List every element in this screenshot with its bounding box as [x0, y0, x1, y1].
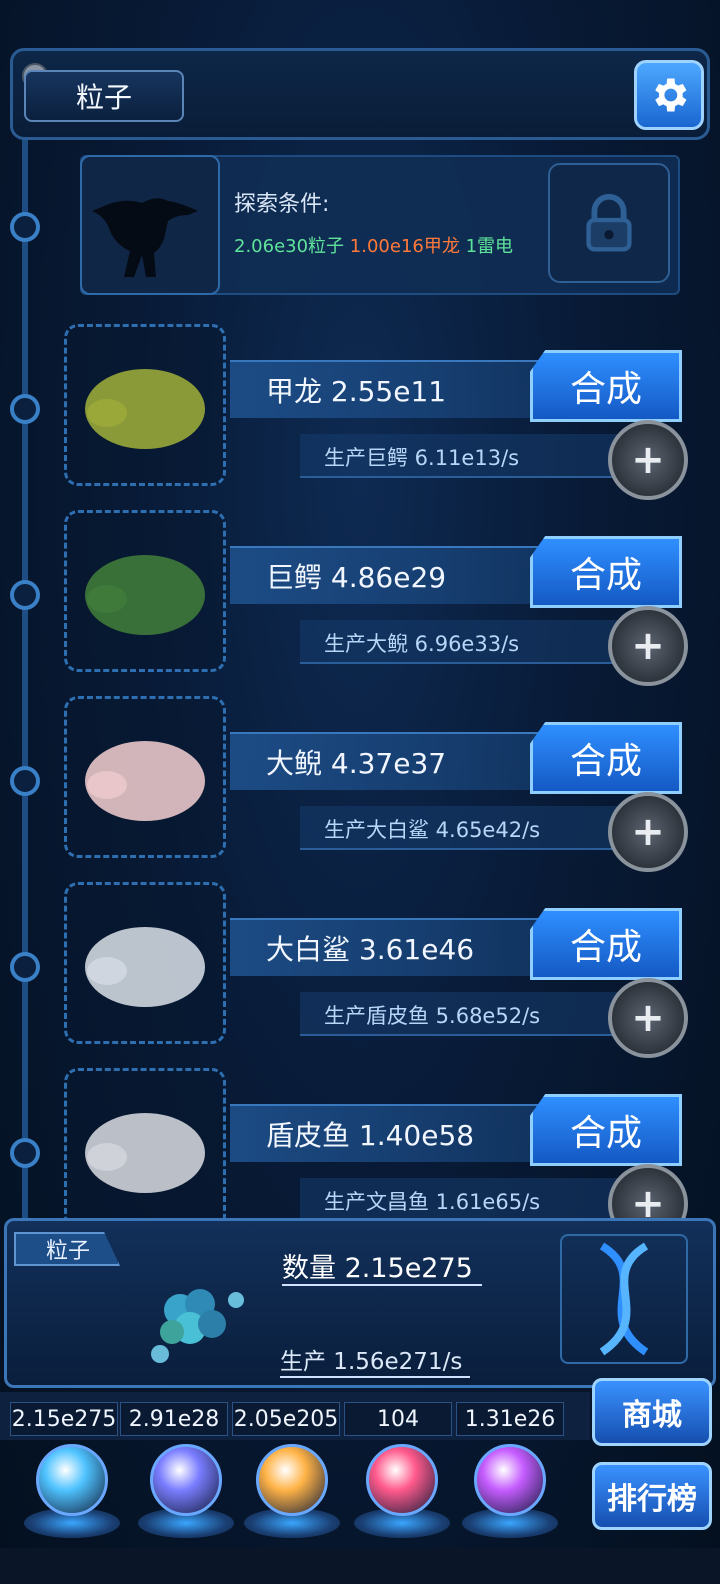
locked-creature-silhouette [80, 155, 220, 295]
fire-orb-icon[interactable] [256, 1444, 328, 1516]
creature-name: 大白鲨 3.61e46 [266, 933, 475, 966]
dinosaur-silhouette-icon [92, 198, 198, 277]
dunkleosteus-icon [85, 1113, 205, 1193]
condition-particles: 2.06e30粒子 [234, 236, 345, 257]
rail-node [10, 1138, 40, 1168]
salamander-icon [85, 741, 205, 821]
crocodile-icon [85, 555, 205, 635]
resource-value: 2.15e275 [10, 1402, 118, 1436]
synthesize-button[interactable]: 合成 [530, 536, 682, 608]
synthesize-button[interactable]: 合成 [530, 350, 682, 422]
brain-orb-icon[interactable] [366, 1444, 438, 1516]
rail-node [10, 394, 40, 424]
shark-icon [85, 927, 205, 1007]
creature-name: 巨鳄 4.86e29 [266, 561, 447, 594]
synthesize-button[interactable]: 合成 [530, 1094, 682, 1166]
ranking-button[interactable]: 排行榜 [592, 1462, 712, 1530]
creature-frame[interactable] [64, 324, 226, 486]
ankylosaurus-icon [85, 369, 205, 449]
synthesize-button[interactable]: 合成 [530, 722, 682, 794]
synthesize-button[interactable]: 合成 [530, 908, 682, 980]
creature-frame[interactable] [64, 696, 226, 858]
lock-icon [586, 193, 632, 252]
rail-node [10, 580, 40, 610]
count-underline [282, 1284, 482, 1286]
creature-production: 生产盾皮鱼 5.68e52/s [324, 1004, 541, 1028]
gear-icon [655, 78, 687, 112]
rail-node [10, 766, 40, 796]
plus-icon: + [631, 809, 665, 855]
resource-value: 104 [344, 1402, 452, 1436]
creature-name: 盾皮鱼 1.40e58 [266, 1119, 475, 1152]
summary-tag: 粒子 [14, 1232, 120, 1266]
plus-icon: + [631, 995, 665, 1041]
add-button[interactable]: + [608, 606, 688, 686]
rail-node [10, 952, 40, 982]
add-button[interactable]: + [608, 420, 688, 500]
explore-conditions: 2.06e30粒子 1.00e16甲龙 1雷电 [234, 232, 513, 258]
resource-value: 2.91e28 [120, 1402, 228, 1436]
creature-production: 生产大鲵 6.96e33/s [324, 632, 520, 656]
add-button[interactable]: + [608, 792, 688, 872]
resource-value: 2.05e205 [232, 1402, 340, 1436]
creature-name: 甲龙 2.55e11 [266, 375, 447, 408]
dna-icon [599, 1242, 649, 1356]
production-underline [280, 1376, 470, 1378]
creature-frame[interactable] [64, 882, 226, 1044]
particle-production: 生产 1.56e271/s [280, 1349, 463, 1375]
locked-slot-button[interactable] [548, 163, 670, 283]
shop-button[interactable]: 商城 [592, 1378, 712, 1446]
condition-ankylosaurus: 1.00e16甲龙 [349, 236, 460, 257]
lightning-orb-icon[interactable] [150, 1444, 222, 1516]
particle-count: 数量 2.15e275 [282, 1253, 473, 1284]
lock-node-icon [10, 212, 40, 242]
creature-frame[interactable] [64, 510, 226, 672]
explore-condition-title: 探索条件: [234, 192, 330, 217]
creature-production: 生产大白鲨 4.65e42/s [324, 818, 541, 842]
resource-value: 1.31e26 [456, 1402, 564, 1436]
particle-cluster-icon [140, 1270, 250, 1370]
creature-production: 生产文昌鱼 1.61e65/s [324, 1190, 541, 1214]
creature-frame[interactable] [64, 1068, 226, 1230]
settings-button[interactable] [634, 60, 704, 130]
particle-orb-icon[interactable] [36, 1444, 108, 1516]
plus-icon: + [631, 437, 665, 483]
plus-icon: + [631, 623, 665, 669]
bottom-strip [0, 1548, 720, 1584]
left-rail [22, 140, 28, 1220]
page-title: 粒子 [24, 70, 184, 122]
creature-production: 生产巨鳄 6.11e13/s [324, 446, 520, 470]
add-button[interactable]: + [608, 978, 688, 1058]
creature-name: 大鲵 4.37e37 [266, 747, 447, 780]
condition-lightning: 1雷电 [465, 236, 514, 257]
vortex-orb-icon[interactable] [474, 1444, 546, 1516]
dna-panel[interactable] [560, 1234, 688, 1364]
